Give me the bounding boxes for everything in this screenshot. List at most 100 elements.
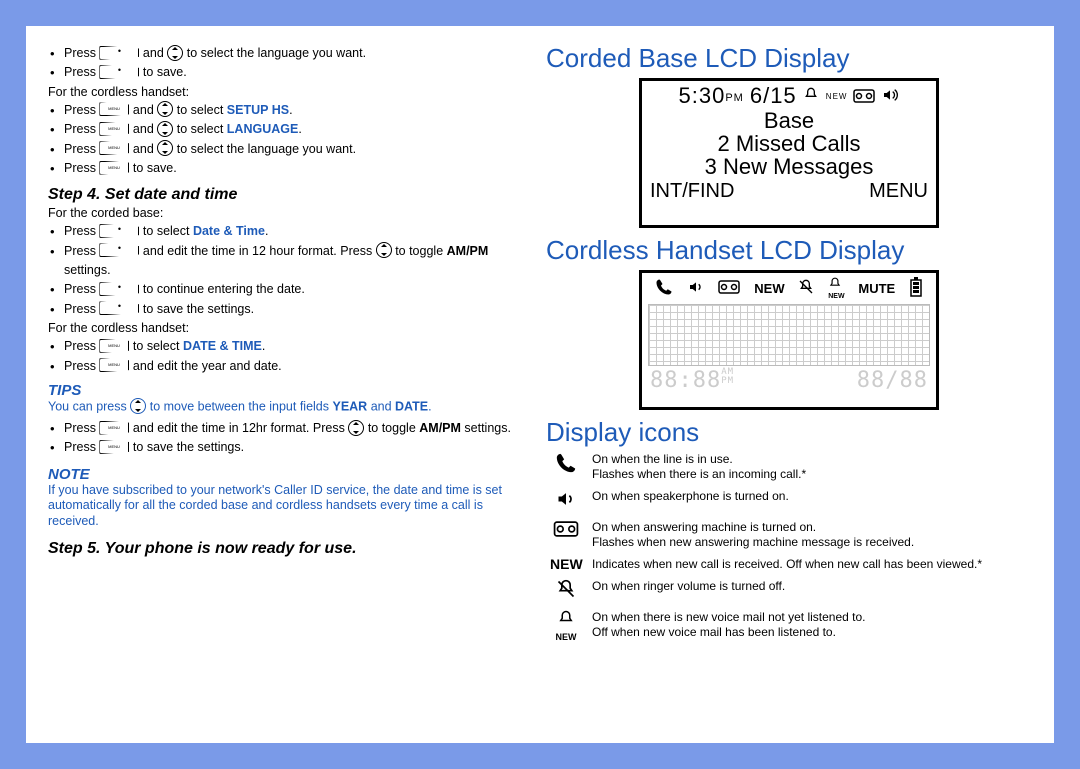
up-down-button-icon [348, 420, 364, 436]
text: . [265, 224, 268, 238]
bell-off-icon [798, 279, 814, 298]
keyword: YEAR [332, 399, 367, 413]
lcd-status-row: 5:30PM 6/15 NEW [642, 81, 936, 109]
text: Press [64, 161, 96, 175]
bell-new-icon: NEW [550, 610, 582, 642]
lcd-icon-row: NEW NEW MUTE [642, 273, 936, 302]
text: and edit the time in 12hr format. Press [133, 421, 345, 435]
text: and [367, 399, 395, 413]
text: and [143, 46, 164, 60]
text: settings. [64, 263, 111, 277]
menu-button-icon [99, 141, 129, 155]
list-item: Press to save the settings. [64, 300, 520, 319]
icon-description: Indicates when new call is received. Off… [592, 557, 982, 573]
lcd-seg-date: 88/88 [857, 368, 928, 393]
instruction-list-cordless2: Press to select DATE & TIME. Press and e… [48, 337, 520, 376]
lcd-new-label: NEW [754, 281, 784, 296]
lcd-softkey-right: MENU [869, 180, 928, 203]
icon-description-row: On when answering machine is turned on. … [546, 520, 1032, 551]
left-column: Press and to select the language you wan… [48, 44, 540, 725]
lcd-new-label: NEW [826, 92, 848, 101]
list-item: Press and to select SETUP HS. [64, 101, 520, 120]
text: and [133, 103, 154, 117]
menu-button-icon [99, 358, 129, 372]
list-item: Press and edit the year and date. [64, 357, 520, 376]
blank-button-icon [99, 243, 139, 257]
lcd-line: 2 Missed Calls [642, 132, 936, 155]
icon-description-row: NEW Indicates when new call is received.… [546, 557, 1032, 573]
blank-button-icon [99, 282, 139, 296]
blank-button-icon [99, 65, 139, 79]
text: to select the language you want. [187, 46, 366, 60]
text: to continue entering the date. [143, 282, 305, 296]
blank-button-icon [99, 46, 139, 60]
text: Press [64, 359, 96, 373]
text: to select [177, 122, 227, 136]
lcd-pm: PM [721, 376, 734, 386]
section-heading: Cordless Handset LCD Display [546, 236, 1032, 266]
icon-sub-label: NEW [550, 633, 582, 642]
text: Press [64, 65, 96, 79]
menu-button-icon [99, 102, 129, 116]
subheading: For the cordless handset: [48, 321, 520, 335]
text: You can press [48, 399, 130, 413]
text: Press [64, 224, 96, 238]
menu-button-icon [99, 122, 129, 136]
list-item: Press to save the settings. [64, 438, 520, 457]
text: to select [133, 339, 183, 353]
text: and [133, 122, 154, 136]
list-item: Press to select DATE & TIME. [64, 337, 520, 356]
text: to select [143, 224, 193, 238]
lcd-date: 6/15 [750, 83, 797, 109]
note-body: If you have subscribed to your network's… [48, 483, 520, 530]
section-heading: Display icons [546, 418, 1032, 448]
speaker-icon [687, 279, 705, 298]
lcd-digit-row: 88:88AMPM 88/88 [642, 368, 936, 395]
keyword: DATE [395, 399, 428, 413]
icon-description: On when speakerphone is turned on. [592, 489, 789, 505]
corded-lcd-display: 5:30PM 6/15 NEW Base 2 Missed Calls 3 Ne… [639, 78, 939, 228]
blank-button-icon [99, 224, 139, 238]
lcd-time: 5:30 [679, 83, 726, 108]
text: to toggle [368, 421, 419, 435]
lcd-line: Base [642, 109, 936, 132]
bell-icon: NEW [803, 83, 848, 109]
up-down-button-icon [157, 101, 173, 117]
up-down-button-icon [376, 242, 392, 258]
menu-button-icon [99, 161, 129, 175]
instruction-list-top: Press and to select the language you wan… [48, 44, 520, 83]
text: to toggle [395, 244, 446, 258]
list-item: Press to save. [64, 63, 520, 82]
list-item: Press and to select the language you wan… [64, 140, 520, 159]
text: Press [64, 46, 96, 60]
right-column: Corded Base LCD Display 5:30PM 6/15 NEW … [540, 44, 1032, 725]
keyword: Date & Time [193, 224, 265, 238]
lcd-seg-time: 88:88 [650, 368, 721, 393]
handset-icon [655, 278, 673, 299]
keyword: SETUP HS [227, 103, 289, 117]
text: to select [177, 103, 227, 117]
lcd-softkey-left: INT/FIND [650, 180, 734, 203]
text: to save the settings. [133, 440, 244, 454]
text: Press [64, 142, 96, 156]
text: Press [64, 244, 96, 258]
tips-heading: TIPS [48, 382, 520, 399]
bell-off-icon [550, 579, 582, 604]
list-item: Press to save. [64, 159, 520, 178]
tips-body: You can press to move between the input … [48, 399, 520, 415]
icon-description-row: NEW On when there is new voice mail not … [546, 610, 1032, 642]
text: Press [64, 282, 96, 296]
menu-button-icon [99, 339, 129, 353]
subheading: For the corded base: [48, 206, 520, 220]
keyword: DATE & TIME [183, 339, 262, 353]
lcd-pm: PM [725, 92, 744, 104]
up-down-button-icon [167, 45, 183, 61]
text: Press [64, 440, 96, 454]
cordless-lcd-display: NEW NEW MUTE 88:88AMPM 88/88 [639, 270, 939, 410]
icon-description-row: On when speakerphone is turned on. [546, 489, 1032, 514]
icon-description-row: On when ringer volume is turned off. [546, 579, 1032, 604]
note-heading: NOTE [48, 466, 520, 483]
text: to save the settings. [143, 302, 254, 316]
list-item: Press and edit the time in 12hr format. … [64, 419, 520, 438]
keyword: AM/PM [447, 244, 489, 258]
